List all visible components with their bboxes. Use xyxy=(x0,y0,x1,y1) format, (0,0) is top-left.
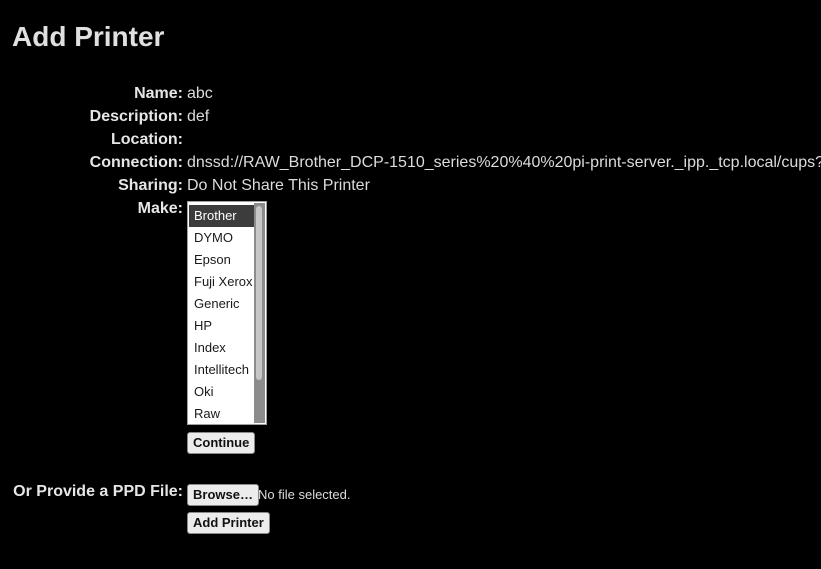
connection-label: Connection: xyxy=(89,154,183,171)
make-listbox-scrollbar[interactable] xyxy=(254,203,265,423)
make-option[interactable]: Generic xyxy=(189,293,255,315)
make-option[interactable]: DYMO xyxy=(189,227,255,249)
make-option[interactable]: Index xyxy=(189,337,255,359)
connection-value: dnssd://RAW_Brother_DCP-1510_series%20%4… xyxy=(187,154,821,171)
make-options: Brother DYMO Epson Fuji Xerox Generic HP Index… xyxy=(189,205,255,424)
make-option[interactable]: Raw xyxy=(189,403,255,424)
name-value: abc xyxy=(187,85,213,102)
sharing-label: Sharing: xyxy=(118,177,183,194)
make-label: Make: xyxy=(137,200,183,217)
description-value: def xyxy=(187,108,210,125)
ppd-file-label: Or Provide a PPD File: xyxy=(13,483,183,500)
description-label: Description: xyxy=(89,108,183,125)
page-title: Add Printer xyxy=(12,21,165,52)
add-printer-button[interactable]: Add Printer xyxy=(187,512,270,534)
make-option[interactable]: Intellitech xyxy=(189,359,255,381)
make-option[interactable]: Fuji Xerox xyxy=(189,271,255,293)
make-option[interactable]: Oki xyxy=(189,381,255,403)
make-option[interactable]: HP xyxy=(189,315,255,337)
make-listbox-scroll-thumb[interactable] xyxy=(256,206,262,380)
make-option[interactable]: Epson xyxy=(189,249,255,271)
make-option[interactable]: Brother xyxy=(189,205,255,227)
location-label: Location: xyxy=(111,131,183,148)
name-label: Name: xyxy=(134,85,183,102)
browse-button[interactable]: Browse… xyxy=(187,484,259,506)
sharing-value: Do Not Share This Printer xyxy=(187,177,370,194)
make-listbox[interactable]: Brother DYMO Epson Fuji Xerox Generic HP Index… xyxy=(187,201,267,425)
continue-button[interactable]: Continue xyxy=(187,432,256,454)
file-status-text: No file selected. xyxy=(258,487,351,502)
